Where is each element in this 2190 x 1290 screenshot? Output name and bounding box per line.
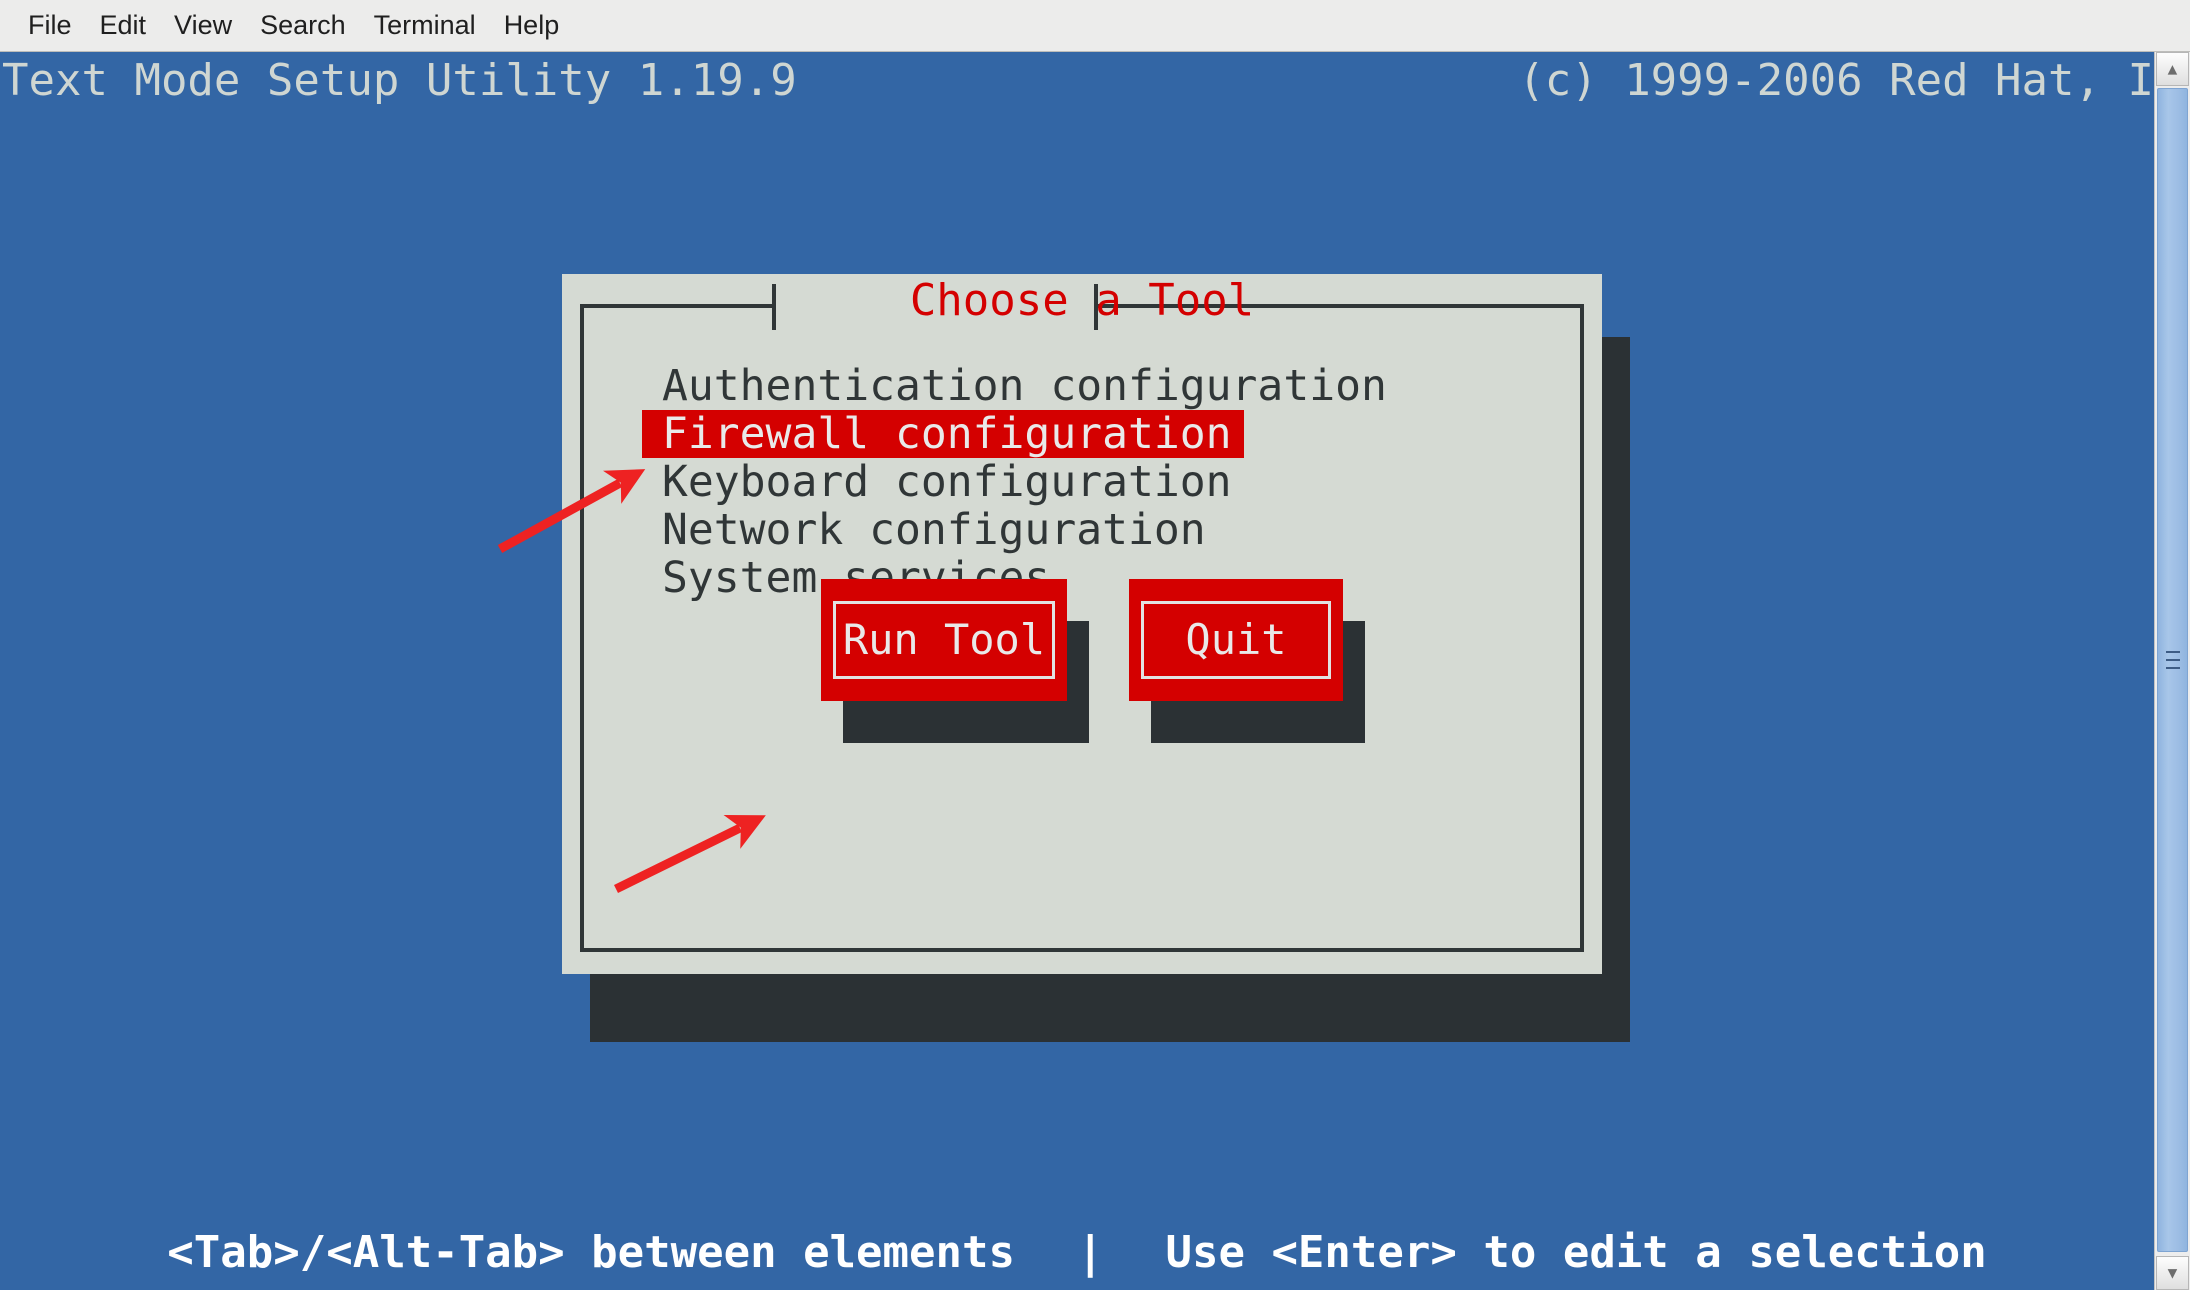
choose-a-tool-dialog: Choose a Tool Authentication configurati… <box>562 274 1602 974</box>
terminal-window: File Edit View Search Terminal Help Text… <box>0 0 2190 1290</box>
dialog-button-row: Run Tool Quit <box>562 579 1602 743</box>
quit-button-wrapper: Quit <box>1129 579 1365 743</box>
dialog-title: Choose a Tool <box>909 275 1255 326</box>
list-item-keyboard-configuration[interactable]: Keyboard configuration <box>642 458 1522 506</box>
run-tool-button-wrapper: Run Tool <box>821 579 1089 743</box>
menu-item-terminal[interactable]: Terminal <box>360 10 490 41</box>
menu-item-view[interactable]: View <box>160 10 246 41</box>
menubar: File Edit View Search Terminal Help <box>0 0 2190 52</box>
run-tool-button-label: Run Tool <box>842 615 1046 664</box>
menu-item-help[interactable]: Help <box>490 10 574 41</box>
help-text-right: Use <Enter> to edit a selection <box>1165 1227 1987 1278</box>
vertical-scrollbar[interactable]: ▲ ▼ <box>2154 52 2190 1290</box>
scrollbar-grip-line <box>2165 651 2180 653</box>
quit-button-label: Quit <box>1185 615 1287 664</box>
quit-button[interactable]: Quit <box>1129 579 1343 701</box>
scrollbar-grip-line <box>2165 667 2180 669</box>
chevron-down-icon: ▼ <box>2167 1263 2178 1282</box>
chevron-up-icon: ▲ <box>2167 59 2178 78</box>
copyright-text: (c) 1999-2006 Red Hat, I <box>1518 55 2154 106</box>
menu-item-search[interactable]: Search <box>246 10 360 41</box>
scroll-down-button[interactable]: ▼ <box>2156 1256 2189 1290</box>
menu-item-file[interactable]: File <box>14 10 86 41</box>
menu-item-edit[interactable]: Edit <box>86 10 161 41</box>
scrollbar-thumb[interactable] <box>2157 88 2188 1252</box>
help-text-left: <Tab>/<Alt-Tab> between elements <box>167 1227 1015 1278</box>
help-bar: <Tab>/<Alt-Tab> between elements | Use <… <box>0 1218 2154 1288</box>
list-item-authentication-configuration[interactable]: Authentication configuration <box>642 362 1522 410</box>
help-separator: | <box>1076 1227 1104 1278</box>
run-tool-button[interactable]: Run Tool <box>821 579 1067 701</box>
scroll-up-button[interactable]: ▲ <box>2156 52 2189 86</box>
setup-utility-title: Text Mode Setup Utility 1.19.9 <box>2 55 797 106</box>
list-item-network-configuration[interactable]: Network configuration <box>642 506 1522 554</box>
scrollbar-grip-line <box>2165 659 2180 661</box>
terminal-content: Text Mode Setup Utility 1.19.9 (c) 1999-… <box>0 52 2190 1290</box>
tool-list: Authentication configuration Firewall co… <box>642 362 1522 602</box>
list-item-firewall-configuration[interactable]: Firewall configuration <box>642 410 1244 458</box>
tui-header-bar: Text Mode Setup Utility 1.19.9 (c) 1999-… <box>0 52 2154 110</box>
